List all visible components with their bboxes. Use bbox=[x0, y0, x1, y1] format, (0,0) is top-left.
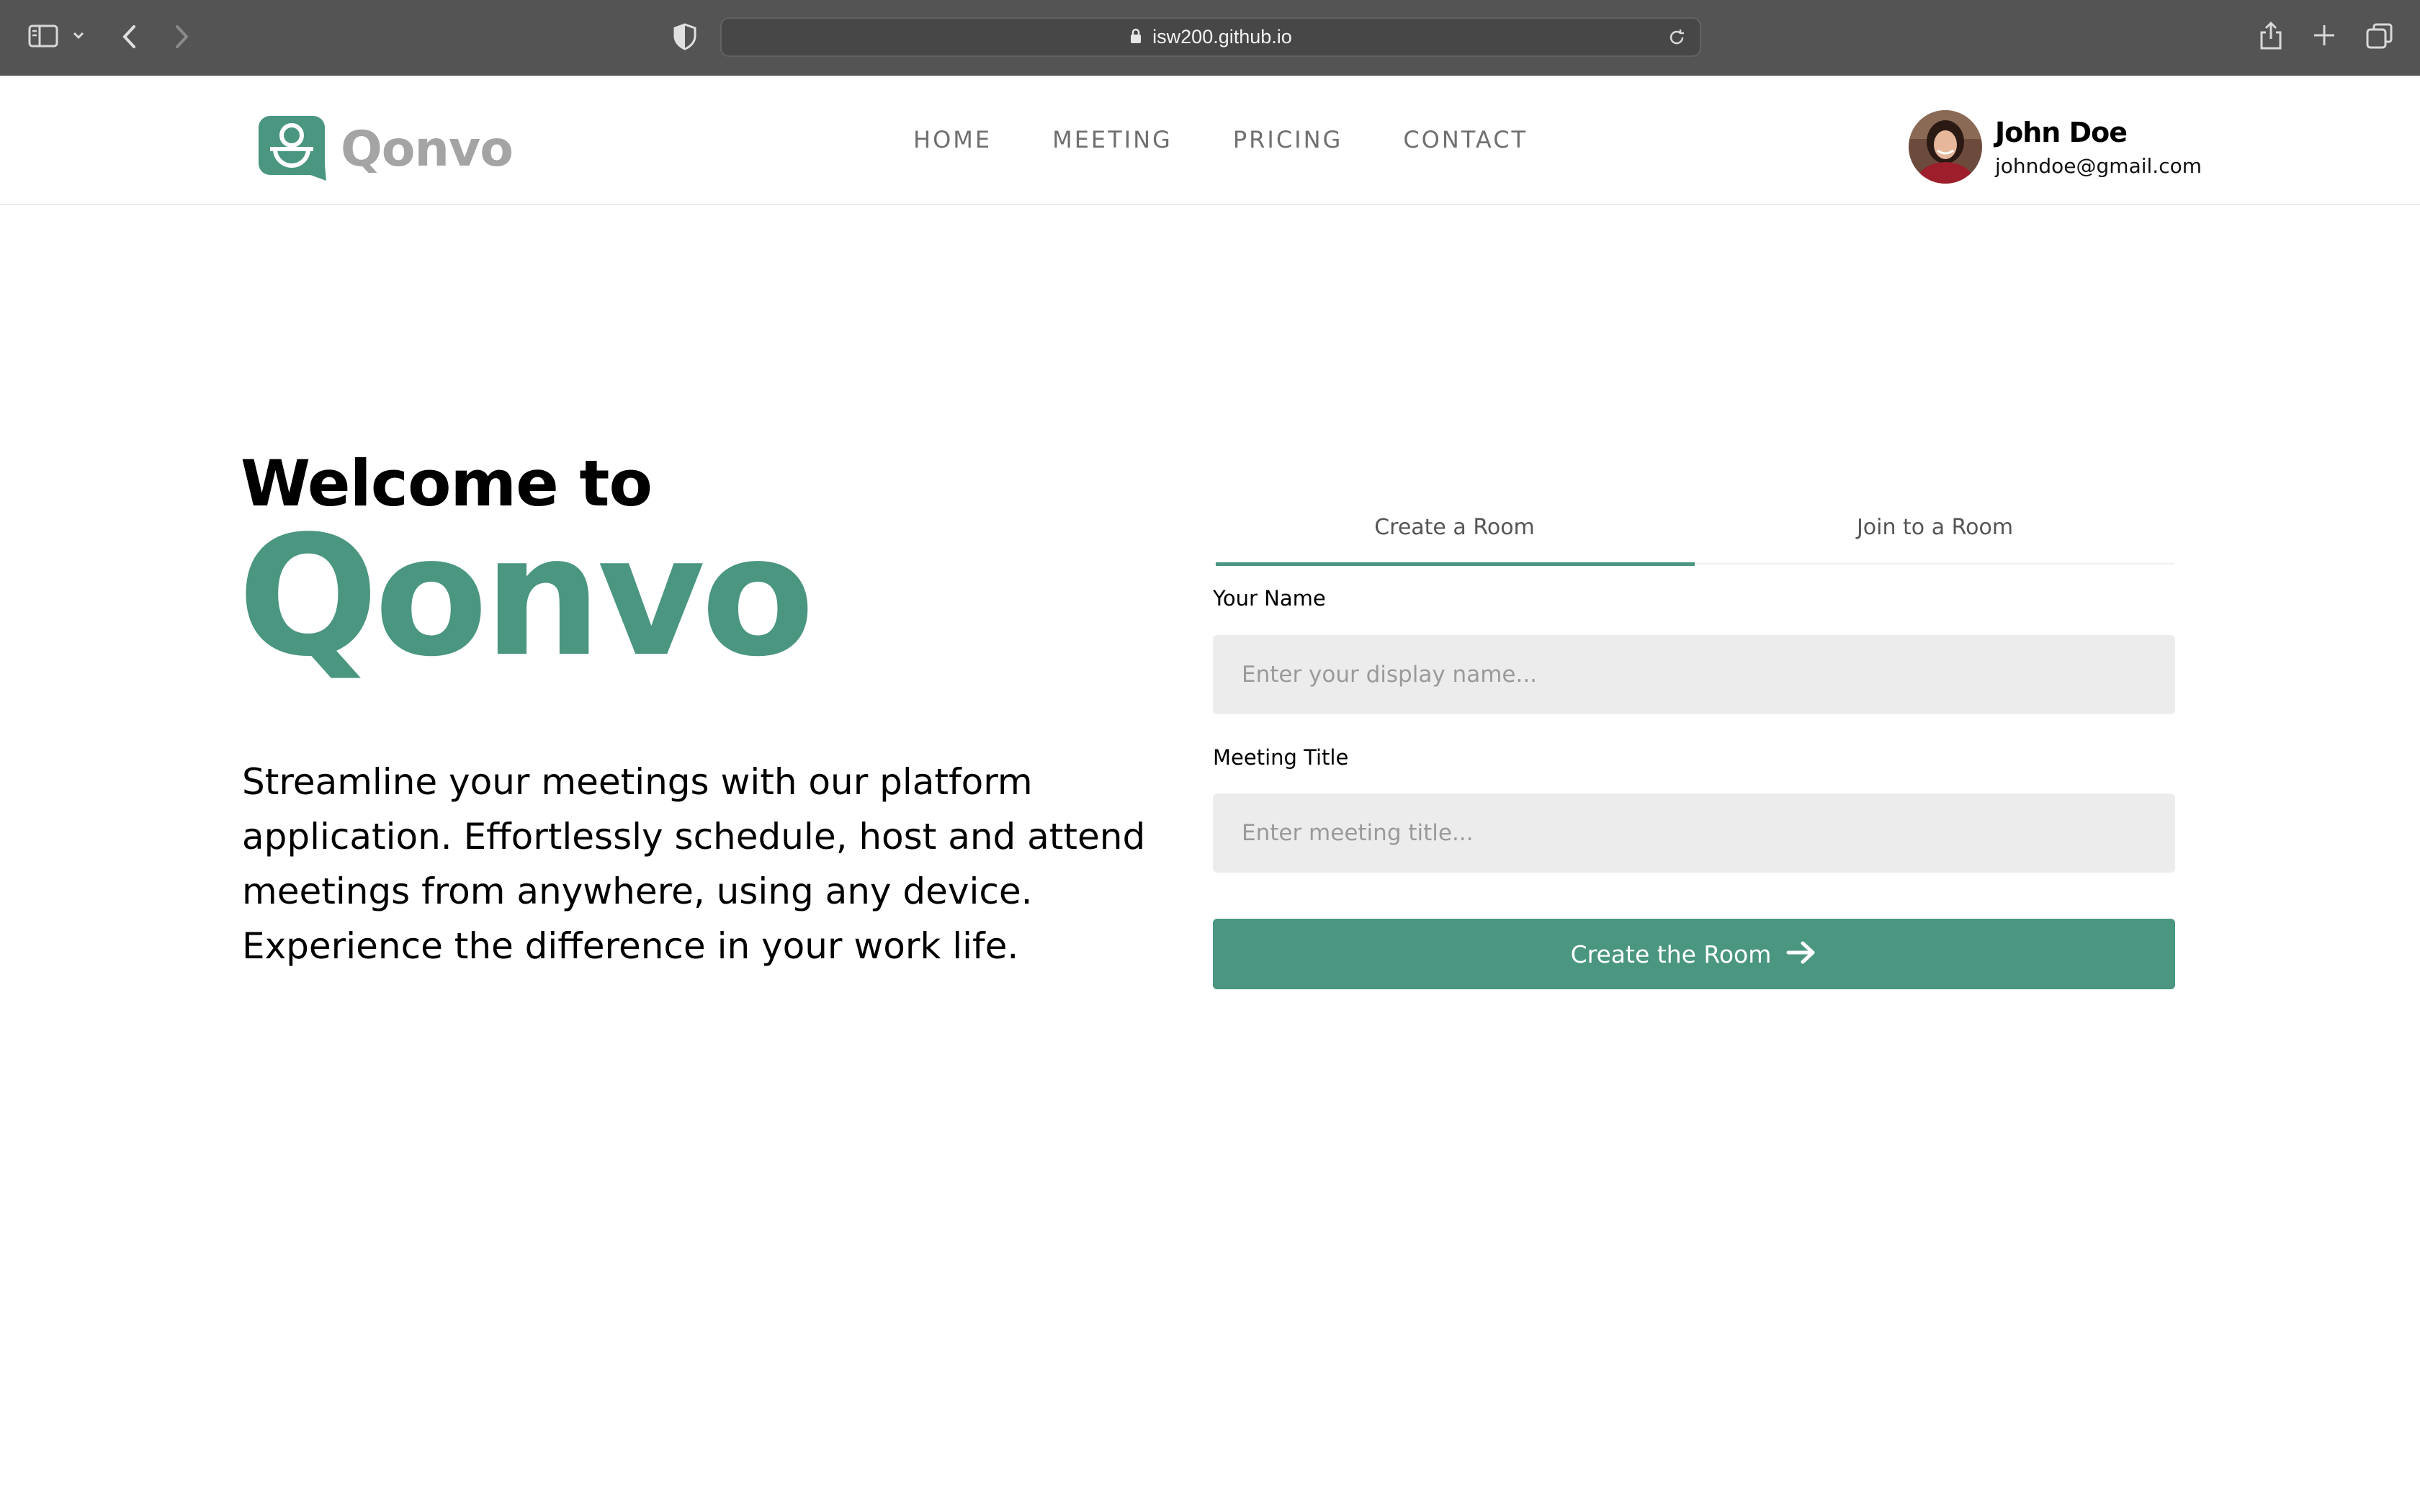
tab-overview-icon[interactable] bbox=[2365, 22, 2394, 50]
privacy-shield-icon[interactable] bbox=[673, 22, 697, 51]
display-name-input[interactable] bbox=[1213, 635, 2175, 714]
nav-home[interactable]: HOME bbox=[913, 126, 992, 153]
site-header: Qonvo HOME MEETING PRICING CONTACT John … bbox=[0, 76, 2420, 205]
user-email: johndoe@gmail.com bbox=[1995, 153, 2202, 178]
chat-user-logo-icon bbox=[256, 112, 328, 186]
meeting-title-label: Meeting Title bbox=[1213, 745, 1349, 770]
chevron-down-icon[interactable] bbox=[72, 29, 85, 42]
new-tab-icon[interactable] bbox=[2312, 23, 2336, 48]
brand-logo[interactable]: Qonvo bbox=[256, 112, 514, 186]
user-info: John Doe johndoe@gmail.com bbox=[1995, 117, 2202, 178]
nav-meeting[interactable]: MEETING bbox=[1052, 126, 1173, 153]
share-icon[interactable] bbox=[2258, 19, 2284, 51]
user-name: John Doe bbox=[1995, 116, 2128, 148]
url-text: isw200.github.io bbox=[1152, 26, 1292, 48]
hero-brand-title: Qonvo bbox=[238, 501, 815, 693]
hero-description: Streamline your meetings with our platfo… bbox=[242, 761, 1146, 967]
forward-arrow-icon[interactable] bbox=[171, 23, 192, 50]
user-profile[interactable]: John Doe johndoe@gmail.com bbox=[1909, 110, 2202, 184]
browser-toolbar: isw200.github.io bbox=[0, 0, 2420, 76]
create-room-button[interactable]: Create the Room bbox=[1213, 919, 2175, 989]
brand-name: Qonvo bbox=[341, 120, 514, 178]
your-name-label: Your Name bbox=[1213, 586, 1326, 611]
nav-contact[interactable]: CONTACT bbox=[1403, 126, 1528, 153]
room-tabs: Create a Room Join to a Room bbox=[1214, 490, 2175, 566]
tab-create-room[interactable]: Create a Room bbox=[1214, 490, 1695, 566]
address-bar[interactable]: isw200.github.io bbox=[720, 17, 1701, 57]
avatar[interactable] bbox=[1909, 110, 1982, 184]
back-arrow-icon[interactable] bbox=[120, 23, 140, 50]
reload-icon[interactable] bbox=[1667, 27, 1687, 50]
tab-join-room[interactable]: Join to a Room bbox=[1695, 490, 2175, 564]
create-room-button-label: Create the Room bbox=[1570, 940, 1772, 968]
main-nav: HOME MEETING PRICING CONTACT bbox=[913, 126, 1528, 153]
arrow-right-icon bbox=[1785, 940, 1817, 968]
nav-pricing[interactable]: PRICING bbox=[1233, 126, 1343, 153]
meeting-title-input[interactable] bbox=[1213, 793, 2175, 873]
sidebar-toggle-icon[interactable] bbox=[27, 22, 60, 50]
lock-icon bbox=[1129, 27, 1142, 48]
